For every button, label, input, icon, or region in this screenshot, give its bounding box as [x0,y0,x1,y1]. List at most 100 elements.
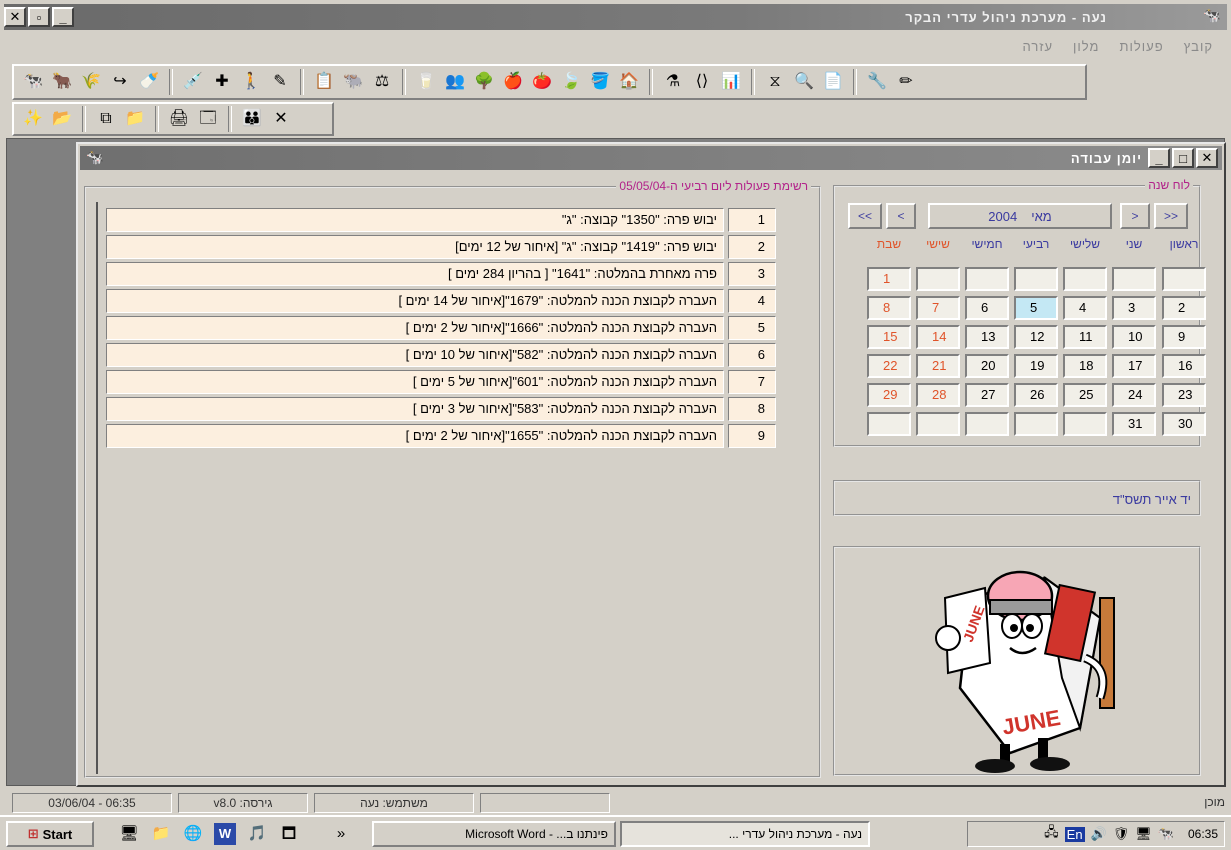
person-icon[interactable]: 🚶 [238,69,264,95]
calendar-day[interactable]: 12 [1014,325,1058,349]
edit-icon[interactable]: ✏ [893,69,919,95]
prev-year-button[interactable]: << [848,203,882,229]
child-close-button[interactable]: ✕ [1196,148,1218,168]
taskbar-app-button[interactable]: נעה - מערכת ניהול עדרי ... [620,821,870,847]
task-row[interactable]: העברה לקבוצת הכנה להמלטה: "582"[איחור של… [106,343,776,367]
calendar-day[interactable]: 26 [1014,383,1058,407]
task-row[interactable]: העברה לקבוצת הכנה להמלטה: "1655"[איחור ש… [106,424,776,448]
calendar-day[interactable]: 9 [1162,325,1206,349]
calendar-day[interactable]: 2 [1162,296,1206,320]
word-icon[interactable]: W [214,823,236,845]
close-icon[interactable]: ✕ [268,106,294,132]
child-title-bar[interactable]: 🐄 יומן עבודה _ □ ✕ [80,146,1222,170]
calendar-day[interactable]: 25 [1063,383,1107,407]
task-list[interactable]: יבוש פרה: "1350" קבוצה: "ג" 1 יבוש פרה: "1… [96,202,782,774]
child-maximize-button[interactable]: □ [1172,148,1194,168]
calendar-day[interactable]: 28 [916,383,960,407]
taskbar-word-button[interactable]: פינתנו ב... - Microsoft Word [372,821,616,847]
cow-small-icon[interactable]: 🐄 [86,149,103,166]
network-icon[interactable]: 🖧 [1044,823,1059,845]
calendar-day[interactable]: 3 [1112,296,1156,320]
calendar-day[interactable]: 24 [1112,383,1156,407]
calendar-day[interactable]: 11 [1063,325,1107,349]
calendar-day[interactable]: 31 [1112,412,1156,436]
print-icon[interactable]: 🖨 [166,106,192,132]
menu-file[interactable]: קובץ [1174,39,1223,54]
task-row[interactable]: יבוש פרה: "1419" קבוצה: "ג" [איחור של 12… [106,235,776,259]
tree-icon[interactable]: 🌳 [471,69,497,95]
calendar-day[interactable]: 16 [1162,354,1206,378]
cow-red-icon[interactable]: 🐂 [49,69,75,95]
calendar-day[interactable]: 20 [965,354,1009,378]
fruit-icon[interactable]: 🍅 [529,69,555,95]
calendar-day[interactable]: 6 [965,296,1009,320]
calendar-day[interactable]: 7 [916,296,960,320]
calendar-day[interactable]: 4 [1063,296,1107,320]
calendar-day[interactable]: 19 [1014,354,1058,378]
task-row[interactable]: יבוש פרה: "1350" קבוצה: "ג" 1 [106,208,776,232]
task-row[interactable]: העברה לקבוצת הכנה להמלטה: "601"[איחור של… [106,370,776,394]
pen-icon[interactable]: ✎ [267,69,293,95]
scale-icon[interactable]: ⚖ [369,69,395,95]
calendar-day[interactable]: 17 [1112,354,1156,378]
calendar-day[interactable]: 27 [965,383,1009,407]
calendar-day[interactable]: 10 [1112,325,1156,349]
tray-app-icon[interactable]: 🐄 [1158,826,1174,842]
group-icon[interactable]: 👥 [442,69,468,95]
milk-icon[interactable]: 🥛 [413,69,439,95]
wizard-icon[interactable]: ✨ [20,106,46,132]
open-folder-icon[interactable]: 📂 [49,106,75,132]
calendar-day[interactable]: 21 [916,354,960,378]
calendar-day[interactable]: 23 [1162,383,1206,407]
task-row[interactable]: פרה מאחרת בהמלטה: "1641" [ בהריון 284 ימ… [106,262,776,286]
calendar-day[interactable] [1063,267,1107,291]
volume-icon[interactable]: 🔊 [1091,826,1107,842]
search-icon[interactable]: 🔍 [791,69,817,95]
chart-icon[interactable]: 📊 [718,69,744,95]
calendar-day[interactable] [1112,267,1156,291]
display-icon[interactable]: 🖥 [1135,826,1152,842]
calendar-day[interactable] [1063,412,1107,436]
close-button[interactable]: ✕ [4,7,26,27]
calendar-day[interactable] [965,412,1009,436]
calendar-day[interactable] [916,267,960,291]
lab-icon[interactable]: ⚗ [660,69,686,95]
calendar-day[interactable]: 30 [1162,412,1206,436]
desktop-icon[interactable]: 🖥 [118,823,140,845]
restore-button[interactable]: ▫ [28,7,50,27]
next-month-button[interactable]: > [1120,203,1150,229]
next-year-button[interactable]: >> [1154,203,1188,229]
syringe-icon[interactable]: 💉 [180,69,206,95]
antivirus-icon[interactable]: 🛡 [1113,826,1130,842]
start-button[interactable]: ⊞ Start [6,821,94,847]
quicklaunch-more-icon[interactable]: » [330,823,352,845]
calendar-day[interactable]: 14 [916,325,960,349]
menu-help[interactable]: עזרה [1012,39,1063,54]
barn-icon[interactable]: 🏠 [616,69,642,95]
bottle-icon[interactable]: 🍼 [136,69,162,95]
bucket-icon[interactable]: 🪣 [587,69,613,95]
calendar-day[interactable]: 15 [867,325,911,349]
task-row[interactable]: העברה לקבוצת הכנה להמלטה: "583"[איחור של… [106,397,776,421]
herd-icon[interactable]: 🐃 [340,69,366,95]
apple-icon[interactable]: 🍎 [500,69,526,95]
folder-icon[interactable]: 📁 [122,106,148,132]
task-row[interactable]: העברה לקבוצת הכנה להמלטה: "1666"[איחור ש… [106,316,776,340]
menu-hotel[interactable]: מלון [1063,39,1109,54]
tools-icon[interactable]: 🔧 [864,69,890,95]
calendar-day[interactable] [1162,267,1206,291]
prev-month-button[interactable]: < [886,203,916,229]
code-icon[interactable]: ⟨⟩ [689,69,715,95]
month-year-selector[interactable]: מאי 2004 [928,203,1112,229]
preview-icon[interactable]: 🗔 [195,106,221,132]
minimize-button[interactable]: _ [52,7,74,27]
child-minimize-button[interactable]: _ [1148,148,1170,168]
title-bar[interactable]: 🐄 נעה - מערכת ניהול עדרי הבקר ✕ ▫ _ [4,4,1227,30]
calendar-day[interactable]: 8 [867,296,911,320]
cow-app-icon[interactable]: 🐄 [1201,7,1223,27]
calendar-day[interactable]: 29 [867,383,911,407]
folder-icon[interactable]: 📁 [150,823,172,845]
cow-icon[interactable]: 🐄 [20,69,46,95]
calendar-day[interactable]: 13 [965,325,1009,349]
media-icon[interactable]: 🎵 [246,823,268,845]
